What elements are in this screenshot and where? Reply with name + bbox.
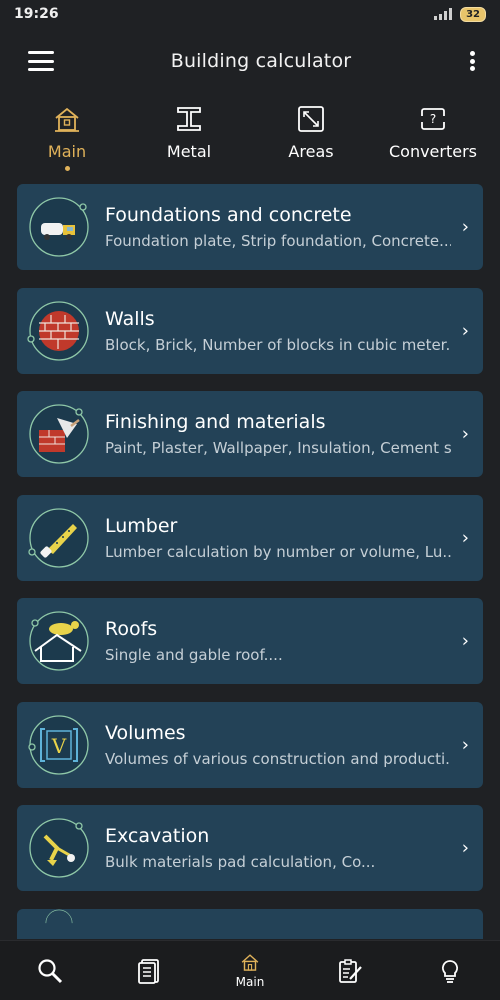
app-title: Building calculator xyxy=(170,50,352,72)
category-card-volumes[interactable]: V Volumes Volumes of various constructio… xyxy=(17,701,483,788)
svg-text:?: ? xyxy=(430,112,436,126)
category-title: Finishing and materials xyxy=(105,411,326,433)
category-card-partial[interactable] xyxy=(17,908,483,939)
lightbulb-icon xyxy=(442,959,458,983)
category-title: Walls xyxy=(105,307,155,330)
nav-main[interactable]: Main xyxy=(210,952,290,989)
category-card-walls[interactable]: Walls Block, Brick, Number of blocks in … xyxy=(17,287,483,374)
category-subtitle: Volumes of various construction and prod… xyxy=(105,749,451,768)
concrete-mixer-truck-icon xyxy=(29,197,89,257)
volume-icon: V xyxy=(28,714,89,775)
more-vertical-icon[interactable] xyxy=(468,51,476,71)
active-tab-indicator xyxy=(64,166,70,171)
i-beam-icon xyxy=(177,107,201,131)
tab-metal-label: Metal xyxy=(166,142,212,161)
search-icon xyxy=(38,958,63,983)
category-subtitle: Foundation plate, Strip foundation, Conc… xyxy=(105,232,451,250)
home-icon xyxy=(241,954,259,971)
category-list: Foundations and concrete Foundation plat… xyxy=(0,178,500,939)
nav-documents[interactable] xyxy=(110,957,190,985)
signal-icon xyxy=(434,8,453,20)
clipboard-edit-icon xyxy=(339,958,362,983)
chevron-right-icon: › xyxy=(461,423,469,445)
chevron-right-icon: › xyxy=(461,527,469,548)
svg-text:V: V xyxy=(51,734,67,758)
chevron-right-icon: › xyxy=(461,734,469,755)
tab-main[interactable]: Main xyxy=(10,104,125,178)
nav-search[interactable] xyxy=(10,957,90,985)
excavator-icon xyxy=(29,818,89,878)
battery-icon: 32 xyxy=(460,6,486,22)
tab-metal[interactable]: Metal xyxy=(132,104,247,178)
saw-icon xyxy=(28,507,89,568)
tab-areas-label: Areas xyxy=(288,142,334,161)
category-icon xyxy=(45,909,73,923)
category-subtitle: Single and gable roof.... xyxy=(105,646,283,664)
category-card-finishing[interactable]: Finishing and materials Paint, Plaster, … xyxy=(17,391,483,477)
document-list-icon xyxy=(138,958,159,984)
hamburger-menu-icon[interactable] xyxy=(28,51,54,71)
tab-main-label: Main xyxy=(47,142,87,161)
category-title: Foundations and concrete xyxy=(105,204,352,226)
app-bar: Building calculator xyxy=(0,28,500,94)
category-title: Roofs xyxy=(105,618,158,640)
category-subtitle: Bulk materials pad calculation, Co... xyxy=(105,853,376,871)
category-title: Volumes xyxy=(105,721,186,744)
chevron-right-icon: › xyxy=(461,320,469,341)
roof-icon xyxy=(29,611,89,671)
chevron-right-icon: › xyxy=(461,630,469,652)
category-card-foundations[interactable]: Foundations and concrete Foundation plat… xyxy=(17,184,483,270)
chevron-right-icon: › xyxy=(461,837,469,859)
status-bar: 19:26 32 xyxy=(0,0,500,28)
area-expand-icon xyxy=(298,106,324,132)
category-subtitle: Paint, Plaster, Wallpaper, Insulation, C… xyxy=(105,439,451,457)
converter-icon: ? xyxy=(421,108,445,130)
brick-wall-icon xyxy=(27,300,89,361)
category-card-lumber[interactable]: Lumber Lumber calculation by number or v… xyxy=(17,494,483,581)
nav-tips[interactable] xyxy=(410,957,490,985)
trowel-brick-icon xyxy=(29,404,89,464)
category-card-excavation[interactable]: Excavation Bulk materials pad calculatio… xyxy=(17,805,483,891)
status-time: 19:26 xyxy=(14,6,59,22)
nav-notes[interactable] xyxy=(310,957,390,985)
category-subtitle: Lumber calculation by number or volume, … xyxy=(105,542,451,561)
category-title: Lumber xyxy=(105,514,178,537)
category-tabs: Main Metal Areas ? Converters xyxy=(0,94,500,178)
chevron-right-icon: › xyxy=(461,216,469,238)
category-subtitle: Block, Brick, Number of blocks in cubic … xyxy=(105,335,451,354)
tab-converters-label: Converters xyxy=(388,142,478,161)
category-title: Excavation xyxy=(105,825,210,847)
bottom-navigation: Main xyxy=(0,940,500,1000)
nav-main-label: Main xyxy=(235,975,265,989)
house-icon xyxy=(55,107,79,132)
category-card-roofs[interactable]: Roofs Single and gable roof.... › xyxy=(17,598,483,684)
tab-areas[interactable]: Areas xyxy=(254,104,369,178)
tab-converters[interactable]: ? Converters xyxy=(376,104,491,178)
status-indicators: 32 xyxy=(434,6,486,22)
